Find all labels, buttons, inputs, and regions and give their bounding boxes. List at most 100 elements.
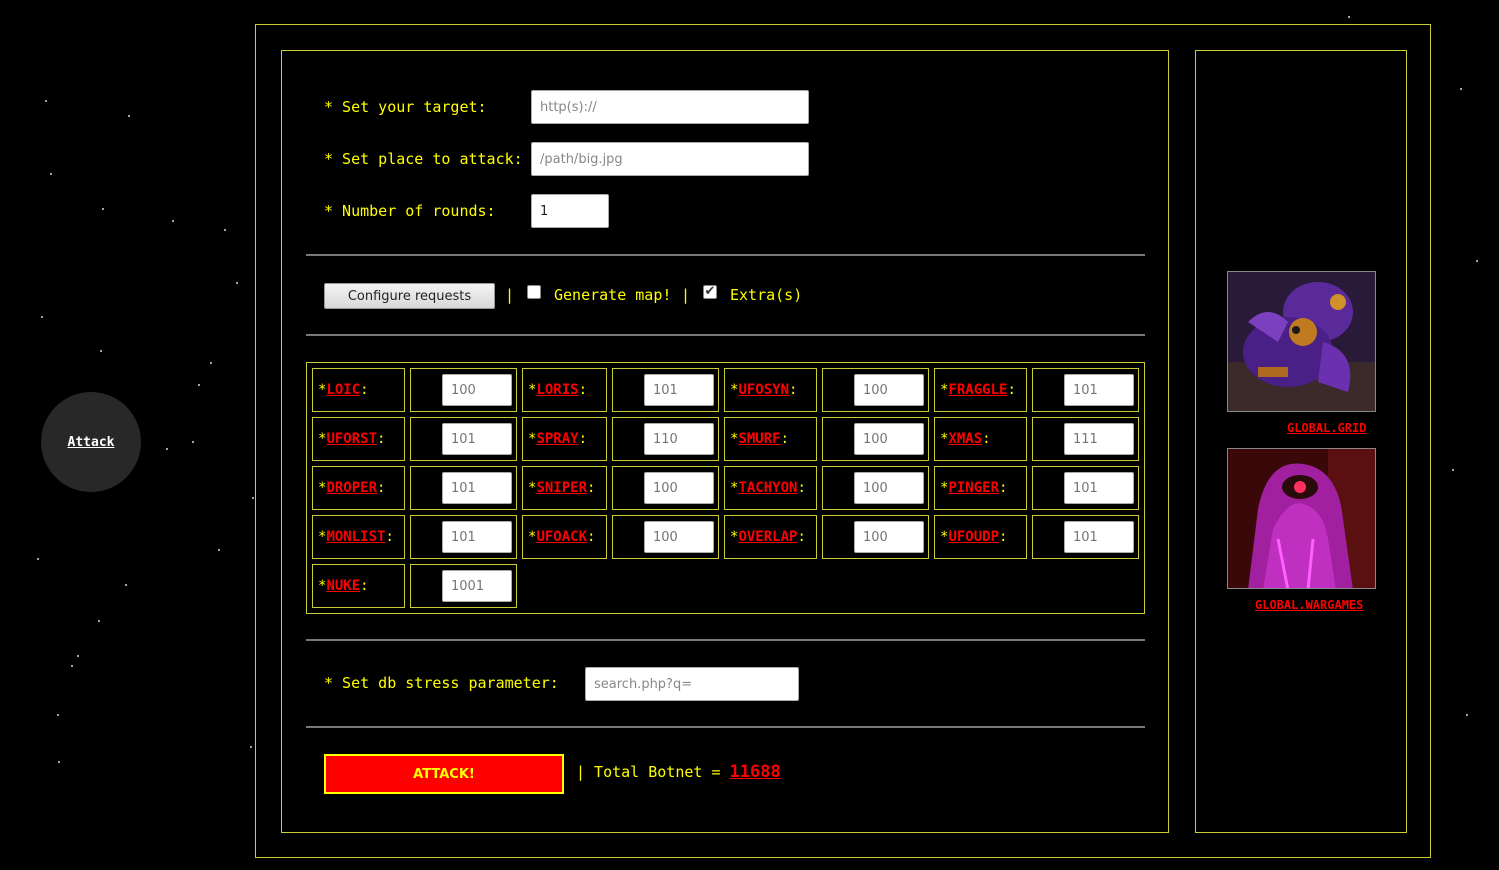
- extra-link-loic[interactable]: LOIC: [326, 382, 360, 398]
- extra-value-cell: [1032, 466, 1139, 510]
- star: [218, 549, 220, 551]
- db-stress-input[interactable]: [585, 667, 799, 701]
- extra-link-xmas[interactable]: XMAS: [948, 431, 982, 447]
- extra-value-cell: [822, 417, 929, 461]
- divider: [306, 334, 1145, 336]
- bullet: *: [940, 431, 949, 447]
- extra-value-cell: [410, 515, 517, 559]
- star: [58, 761, 60, 763]
- extra-link-pinger[interactable]: PINGER: [948, 480, 999, 496]
- extra-label-loic: * LOIC:: [312, 368, 405, 412]
- star: [252, 497, 254, 499]
- bullet: *: [318, 578, 327, 594]
- colon: :: [587, 529, 596, 545]
- extra-input-monlist[interactable]: [442, 521, 512, 553]
- extra-link-tachyon[interactable]: TACHYON: [738, 480, 797, 496]
- extra-value-cell: [410, 417, 517, 461]
- generate-map-checkbox[interactable]: [527, 285, 541, 299]
- place-input[interactable]: [531, 142, 809, 176]
- extra-input-tachyon[interactable]: [854, 472, 924, 504]
- extra-link-sniper[interactable]: SNIPER: [536, 480, 587, 496]
- extra-value-cell: [1032, 515, 1139, 559]
- bullet: *: [940, 480, 949, 496]
- extra-input-ufoack[interactable]: [644, 521, 714, 553]
- total-botnet-count-link[interactable]: 11688: [730, 762, 781, 782]
- bullet: *: [730, 431, 739, 447]
- extra-input-uforst[interactable]: [442, 423, 512, 455]
- extra-link-monlist[interactable]: MONLIST: [326, 529, 385, 545]
- extra-value-cell: [612, 368, 719, 412]
- bullet: *: [528, 480, 537, 496]
- global-wargames-link[interactable]: GLOBAL.WARGAMES: [1255, 598, 1363, 612]
- extra-value-cell: [612, 417, 719, 461]
- star: [57, 714, 59, 716]
- extra-link-loris[interactable]: LORIS: [536, 382, 578, 398]
- extra-link-smurf[interactable]: SMURF: [738, 431, 780, 447]
- star: [1466, 714, 1468, 716]
- extra-input-sniper[interactable]: [644, 472, 714, 504]
- extra-link-overlap[interactable]: OVERLAP: [738, 529, 797, 545]
- extra-link-spray[interactable]: SPRAY: [536, 431, 578, 447]
- extra-value-cell: [612, 466, 719, 510]
- extra-value-cell: [822, 368, 929, 412]
- global-grid-image[interactable]: [1227, 271, 1376, 412]
- total-botnet-label: | Total Botnet =: [576, 763, 721, 781]
- bullet: *: [730, 529, 739, 545]
- extra-input-droper[interactable]: [442, 472, 512, 504]
- extras-checkbox[interactable]: ✔: [703, 285, 717, 299]
- divider: [306, 639, 1145, 641]
- extra-input-loris[interactable]: [644, 374, 714, 406]
- extra-label-spray: * SPRAY:: [522, 417, 607, 461]
- bullet: *: [318, 431, 327, 447]
- star: [166, 448, 168, 450]
- global-wargames-image[interactable]: [1227, 448, 1376, 589]
- star: [1348, 16, 1350, 18]
- star: [128, 115, 130, 117]
- colon: :: [578, 382, 588, 398]
- colon: :: [377, 480, 386, 496]
- extra-label-droper: * DROPER:: [312, 466, 405, 510]
- configure-requests-button[interactable]: Configure requests: [324, 283, 495, 309]
- star: [37, 558, 39, 560]
- extra-input-spray[interactable]: [644, 423, 714, 455]
- extra-input-xmas[interactable]: [1064, 423, 1134, 455]
- rounds-input[interactable]: [531, 194, 609, 228]
- bullet: *: [318, 529, 327, 545]
- extra-label-ufoudp: * UFOUDP:: [934, 515, 1027, 559]
- attack-nav-link[interactable]: Attack: [68, 435, 115, 450]
- extra-input-loic[interactable]: [442, 374, 512, 406]
- global-grid-link[interactable]: GLOBAL.GRID: [1287, 421, 1366, 435]
- extra-input-smurf[interactable]: [854, 423, 924, 455]
- extra-label-monlist: * MONLIST:: [312, 515, 405, 559]
- star: [125, 584, 127, 586]
- divider: [306, 254, 1145, 256]
- extra-label-nuke: * NUKE:: [312, 564, 405, 608]
- attack-nav-circle[interactable]: Attack: [41, 392, 141, 492]
- extra-link-droper[interactable]: DROPER: [326, 480, 377, 496]
- extra-input-pinger[interactable]: [1064, 472, 1134, 504]
- extra-input-nuke[interactable]: [442, 570, 512, 602]
- extra-input-fraggle[interactable]: [1064, 374, 1134, 406]
- extra-link-ufosyn[interactable]: UFOSYN: [738, 382, 789, 398]
- colon: :: [999, 529, 1008, 545]
- extra-label-loris: * LORIS:: [522, 368, 607, 412]
- attack-button[interactable]: ATTACK!: [324, 754, 564, 794]
- extra-link-ufoudp[interactable]: UFOUDP: [948, 529, 999, 545]
- colon: :: [385, 529, 394, 545]
- extra-input-overlap[interactable]: [854, 521, 924, 553]
- extra-link-fraggle[interactable]: FRAGGLE: [948, 382, 1007, 398]
- extra-input-ufosyn[interactable]: [854, 374, 924, 406]
- star: [236, 282, 238, 284]
- target-input[interactable]: [531, 90, 809, 124]
- extra-input-ufoudp[interactable]: [1064, 521, 1134, 553]
- bullet: *: [318, 382, 327, 398]
- extra-link-ufoack[interactable]: UFOACK: [536, 529, 587, 545]
- extra-link-nuke[interactable]: NUKE: [326, 578, 360, 594]
- bullet: *: [528, 529, 537, 545]
- colon: :: [377, 431, 386, 447]
- generate-map-label: Generate map!: [554, 286, 672, 304]
- extra-value-cell: [410, 564, 517, 608]
- extra-value-cell: [410, 466, 517, 510]
- extra-value-cell: [1032, 417, 1139, 461]
- extra-link-uforst[interactable]: UFORST: [326, 431, 377, 447]
